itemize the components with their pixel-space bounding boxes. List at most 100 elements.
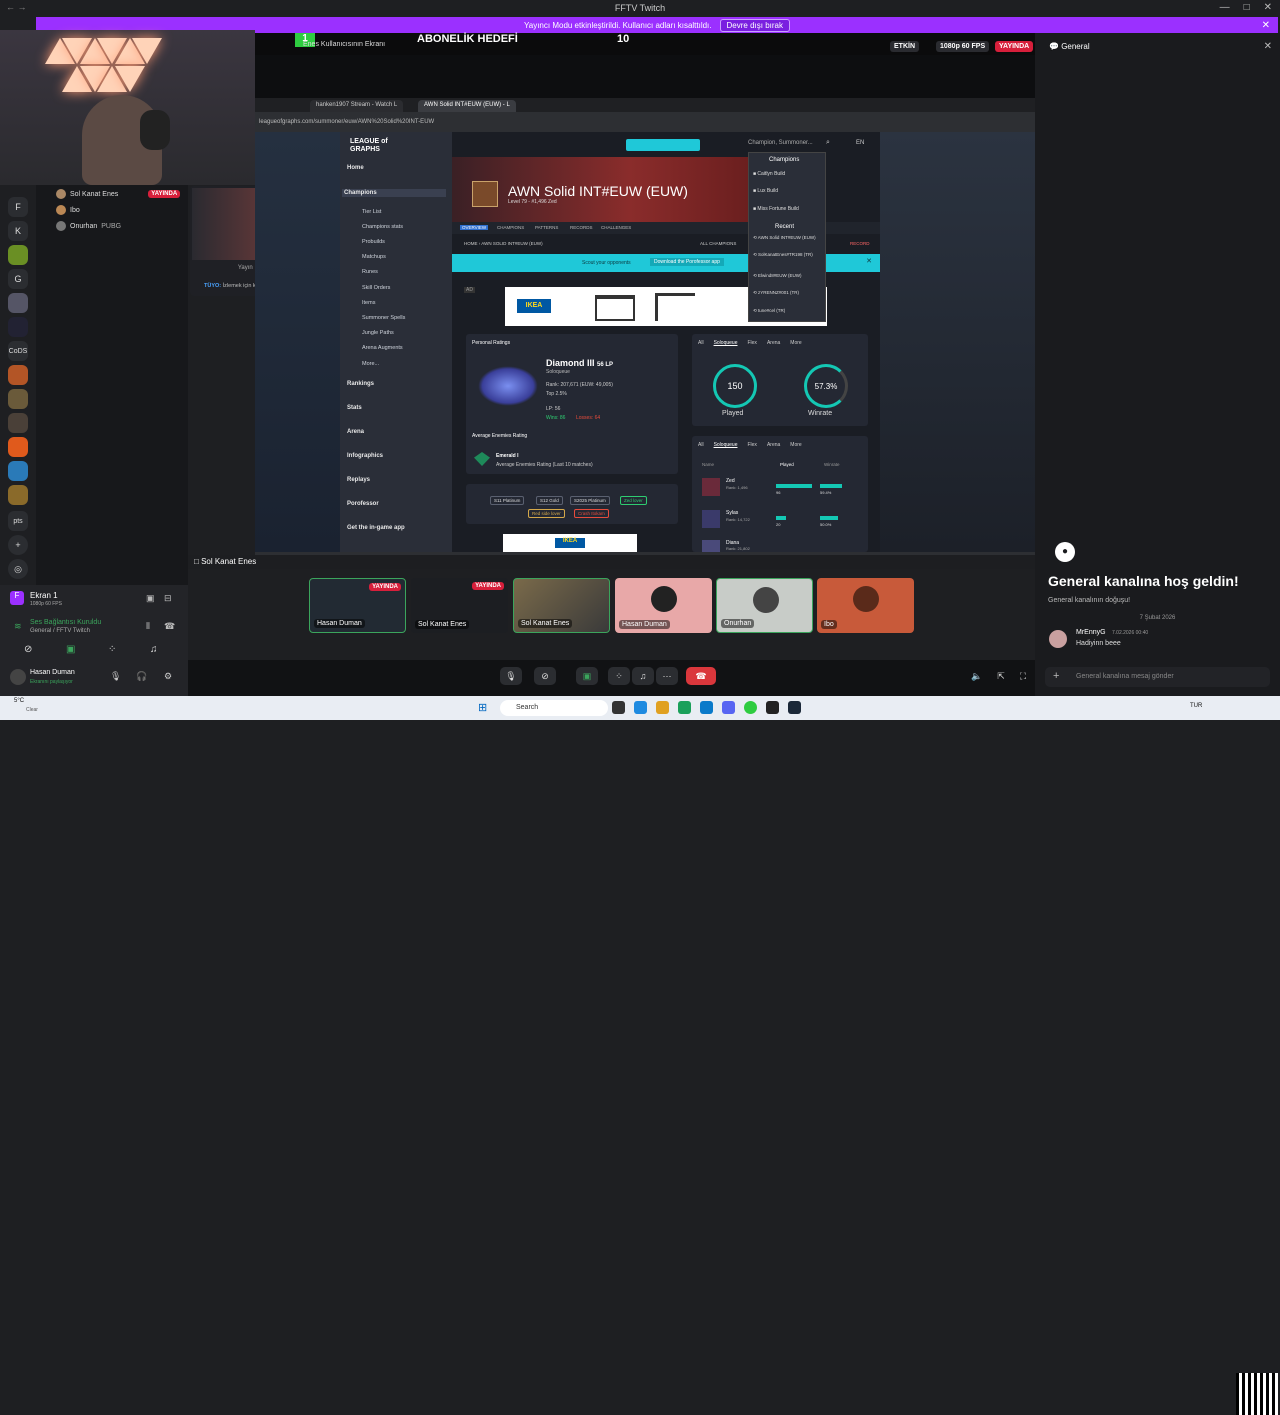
stream-settings-icon[interactable]: ▣ [146,593,155,604]
message-input[interactable]: + General kanalına mesaj gönder [1045,667,1270,687]
server-icon[interactable] [8,389,28,409]
nav-rankings[interactable]: Rankings [347,381,374,387]
stop-stream-icon[interactable]: ⊟ [164,593,172,604]
filter-soloqueue[interactable]: Soloqueue [714,442,738,448]
nav-more[interactable]: More... [362,361,379,367]
disconnect-icon[interactable]: ☎ [164,621,175,632]
champion-name[interactable]: Sylas [726,510,738,516]
nav-summoner-spells[interactable]: Summoner Spells [362,315,405,321]
nav-stats[interactable]: Stats [347,405,362,411]
participant-tile[interactable]: YAYINDA Hasan Duman [309,578,406,633]
server-cods[interactable]: CoDS [8,341,28,361]
server-icon[interactable] [8,365,28,385]
participant-tile[interactable]: Sol Kanat Enes [513,578,610,633]
close-button[interactable]: ✕ [1264,2,1272,13]
taskbar-app-icon[interactable] [700,701,713,714]
server-icon[interactable] [8,485,28,505]
record-button[interactable]: RECORD [850,241,870,246]
col-name[interactable]: Name [702,462,714,467]
dropdown-item[interactable]: ⟲ tune#cel (TR) [753,308,825,314]
dropdown-item[interactable]: ⟲ Elwind8#EUW (EUW) [753,273,825,279]
minimize-button[interactable]: — [1220,2,1230,13]
browser-tab-active[interactable]: AWN Solid INT#EUW (EUW) - L [418,100,516,112]
close-chat-icon[interactable]: ✕ [1264,41,1272,52]
nav-arena-augments[interactable]: Arena Augments [362,345,403,351]
user-avatar[interactable] [10,669,26,685]
server-icon[interactable] [8,317,28,337]
taskbar-app-icon[interactable] [678,701,691,714]
message-author[interactable]: MrEnnyG [1076,629,1106,636]
screen-share-toggle-icon[interactable]: ▣ [66,644,75,655]
all-champions-filter[interactable]: ALL CHAMPIONS [700,241,736,246]
tab-records[interactable]: RECORDS [570,225,593,230]
filter-soloqueue[interactable]: Soloqueue [714,340,738,346]
back-forward-icons[interactable]: ← → [6,2,27,12]
video-off-icon[interactable]: ⊘ [24,644,32,655]
nav-ingame-app[interactable]: Get the in-game app [347,525,405,531]
mic-toggle-button[interactable]: 🎙 [500,667,522,685]
participant-tile[interactable]: Ibo [817,578,914,633]
server-icon[interactable] [8,293,28,313]
taskbar-app-icon[interactable] [634,701,647,714]
filter-flex[interactable]: Flex [747,442,756,448]
settings-gear-icon[interactable]: ⚙ [164,671,172,682]
tab-overview[interactable]: OVERVIEW [460,225,489,230]
dropdown-item[interactable]: ■ Lux Build [753,188,778,194]
taskbar-app-icon[interactable] [788,701,801,714]
voice-user[interactable]: Onurhan PUBG [56,221,121,231]
nav-probuilds[interactable]: Probuilds [362,239,385,245]
taskbar-app-icon[interactable] [612,701,625,714]
taskbar-app-icon[interactable] [744,701,757,714]
server-icon[interactable] [8,461,28,481]
nav-replays[interactable]: Replays [347,477,370,483]
activities-button[interactable]: ⁘ [608,667,630,685]
camera-toggle-button[interactable]: ⊘ [534,667,556,685]
message-avatar[interactable] [1049,630,1067,648]
dropdown-item[interactable]: ⟲ AWN Solid INT#EUW (EUW) [753,235,825,241]
dropdown-item[interactable]: ■ Miss Fortune Build [753,206,799,212]
mic-icon[interactable]: 🎙 [110,671,121,682]
voice-channel[interactable]: General / FFTV Twitch [30,628,90,634]
filter-all[interactable]: All [698,442,704,448]
add-attachment-icon[interactable]: + [1053,670,1059,682]
add-server-icon[interactable]: + [8,535,28,555]
maximize-button[interactable]: □ [1244,2,1250,13]
more-options-button[interactable]: ⋯ [656,667,678,685]
nav-matchups[interactable]: Matchups [362,254,386,260]
filter-arena[interactable]: Arena [767,340,780,346]
participant-tile[interactable]: YAYINDA Sol Kanat Enes [411,578,508,633]
leave-call-button[interactable]: ☎ [686,667,716,685]
participant-tile[interactable]: Onurhan [716,578,813,633]
tab-champions[interactable]: CHAMPIONS [497,225,524,230]
start-icon[interactable]: ⊞ [478,701,487,714]
filter-arena[interactable]: Arena [767,442,780,448]
discover-icon[interactable]: ◎ [8,559,28,579]
download-porofessor-button[interactable]: Download the Porofessor app [650,258,724,266]
close-scout-icon[interactable]: ✕ [866,257,872,265]
nav-champions-stats[interactable]: Champions stats [362,224,403,230]
disable-streamer-mode-button[interactable]: Devre dışı bırak [719,18,790,32]
dropdown-item[interactable]: ⟲ zYRENNZ#001 (TR) [753,290,825,296]
dropdown-item[interactable]: ■ Caitlyn Build [753,171,785,177]
taskbar-search[interactable]: Search [500,700,608,716]
nav-runes[interactable]: Runes [362,269,378,275]
ad-banner-2[interactable]: IKEA [503,534,637,552]
filter-all[interactable]: All [698,340,704,346]
dropdown-item[interactable]: ⟲ SolKanatEnes#TR198 (TR) [753,252,825,258]
taskbar-app-icon[interactable] [722,701,735,714]
col-winrate[interactable]: Winrate [824,462,840,467]
soundboard-button[interactable]: ♫ [632,667,654,685]
volume-icon[interactable]: 🔈 [966,667,988,685]
search-icon[interactable]: ⌕ [826,139,830,147]
noise-suppression-icon[interactable]: ⦀ [146,621,150,632]
nav-champions[interactable]: Champions [342,189,446,197]
col-played[interactable]: Played [780,462,794,467]
server-icon[interactable] [8,245,28,265]
nav-infographics[interactable]: Infographics [347,453,383,459]
site-logo[interactable]: LEAGUE of GRAPHS [350,138,400,154]
activities-icon[interactable]: ⁘ [108,644,116,655]
screen-share-button[interactable]: ▣ [576,667,598,685]
nav-items[interactable]: Items [362,300,375,306]
taskbar-app-icon[interactable] [766,701,779,714]
server-pts[interactable]: pts [8,511,28,531]
